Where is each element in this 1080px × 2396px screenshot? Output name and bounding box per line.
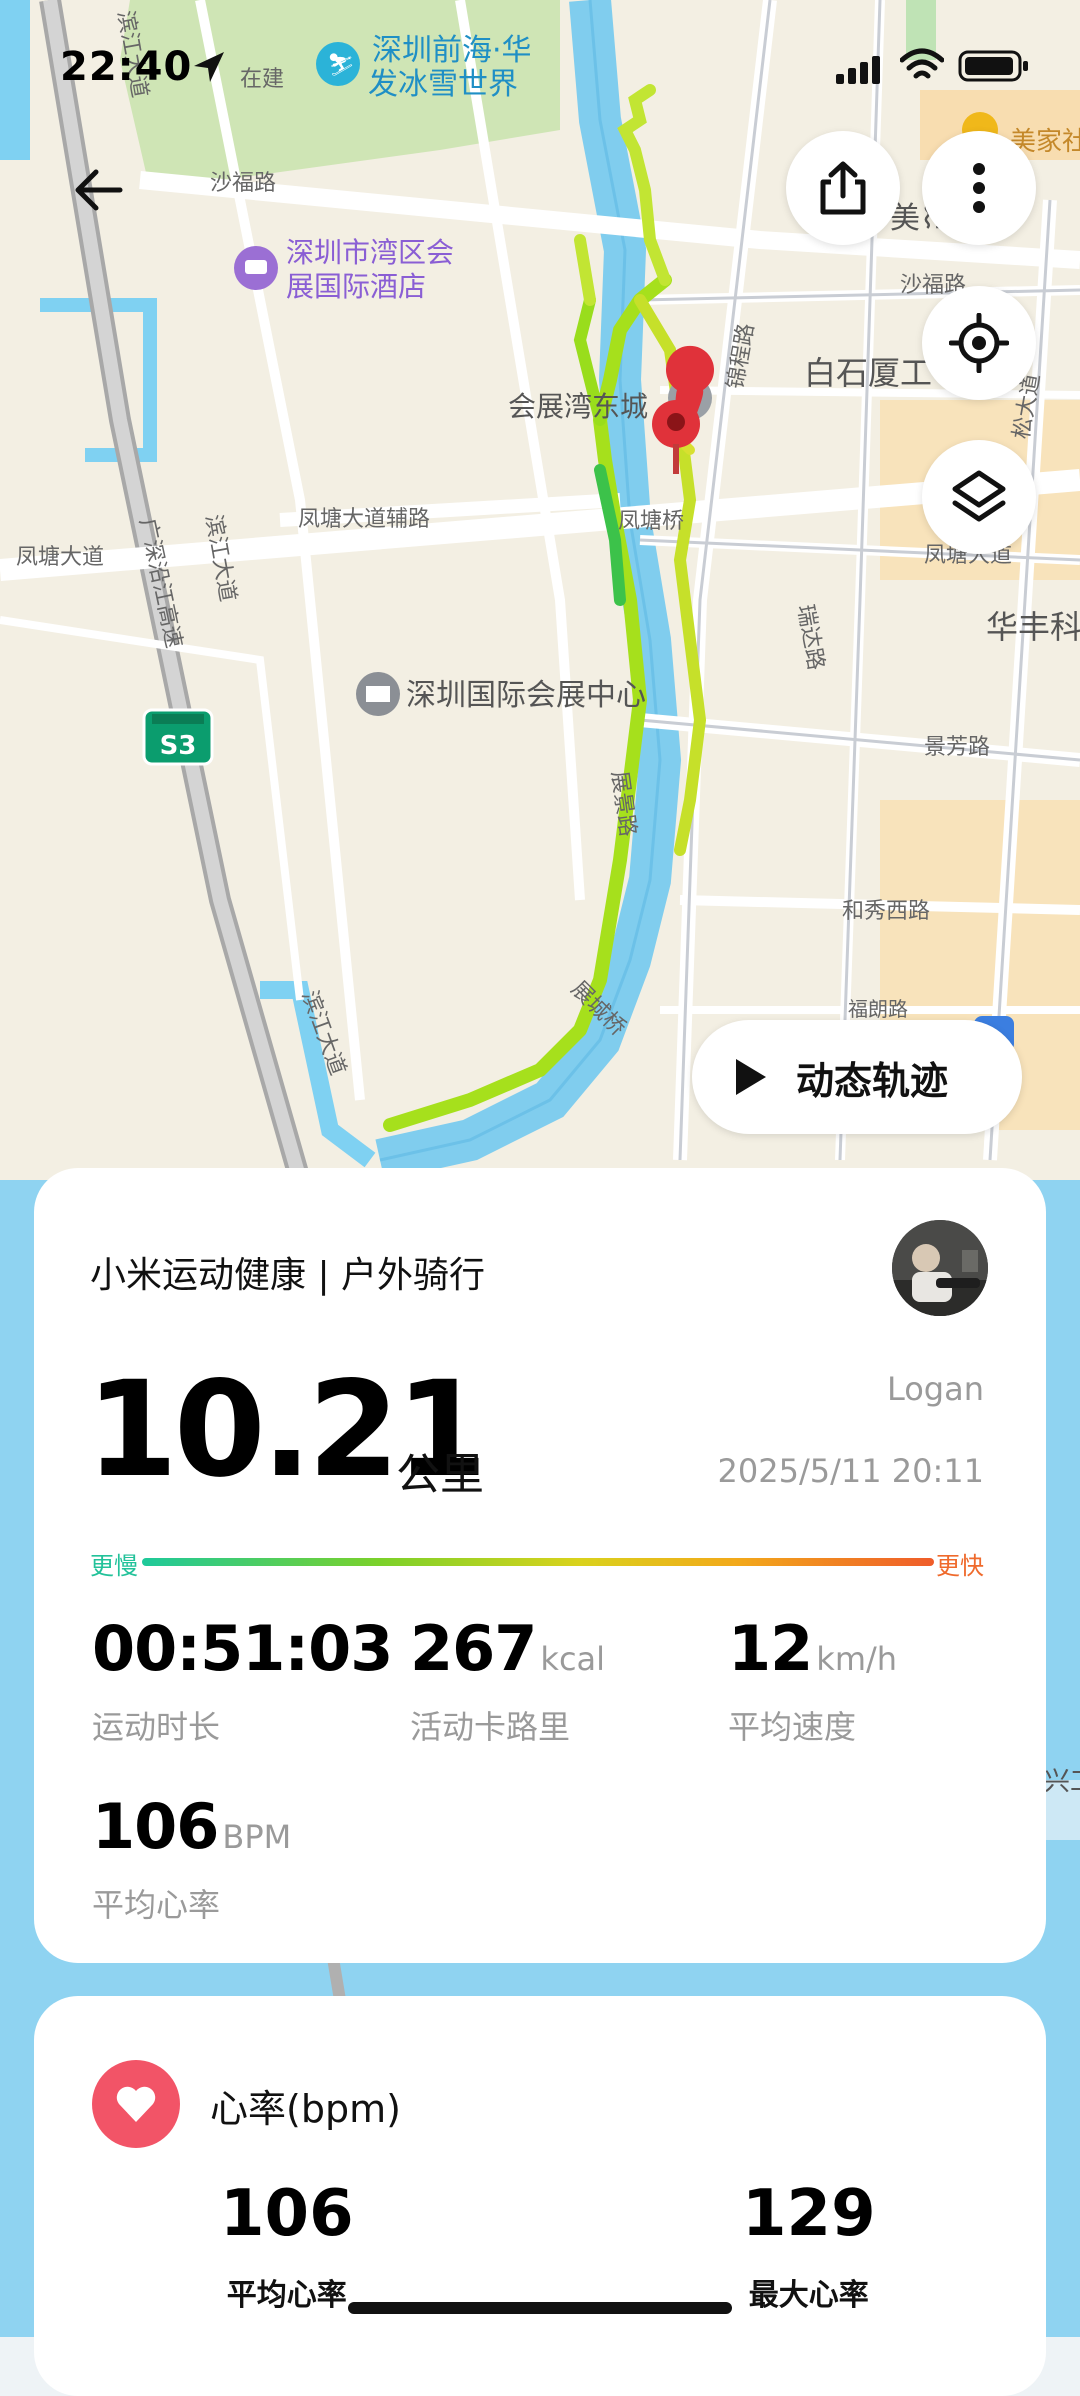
wifi-icon [900, 48, 944, 79]
play-route-label: 动态轨迹 [796, 1058, 949, 1103]
pace-fast-label: 更快 [936, 1552, 984, 1580]
pace-slow-label: 更慢 [90, 1552, 138, 1580]
status-bar: 22:40 [0, 40, 1080, 100]
stat-speed: 12 km/h 平均速度 [728, 1618, 897, 1748]
stat-duration-value: 00:51:03 [92, 1612, 393, 1685]
stat-calories-label: 活动卡路里 [410, 1708, 571, 1746]
location-arrow-icon [194, 52, 224, 82]
map-label-l15: 凤塘桥 [618, 509, 684, 534]
map-label-l11: 白石厦工 [804, 354, 932, 392]
stat-heart-rate: 106 BPM 平均心率 [92, 1796, 291, 1926]
workout-summary-card: 小米运动健康 | 户外骑行 10.21 公里 Logan 2025/5/11 2… [34, 1168, 1046, 1963]
user-name: Logan [886, 1370, 984, 1408]
map-label-l22: 华丰科 [986, 608, 1080, 646]
play-route-animation-button[interactable]: 动态轨迹 [692, 1020, 1022, 1134]
locate-button[interactable] [922, 286, 1036, 400]
map-label-l26: 福朗路 [848, 997, 908, 1021]
battery-icon [958, 50, 1028, 82]
workout-datetime: 2025/5/11 20:11 [717, 1452, 984, 1490]
map-label-l23: 景芳路 [924, 735, 990, 760]
stat-duration-label: 运动时长 [92, 1708, 221, 1746]
share-button[interactable] [786, 131, 900, 245]
layers-icon [952, 470, 1006, 522]
stat-heart-rate-value: 106 [92, 1790, 219, 1863]
heart-rate-card[interactable]: 心率(bpm) 106 平均心率 129 最大心率 [34, 1996, 1046, 2396]
s3-shield: S3 [160, 731, 197, 761]
heart-rate-max-value: 129 [742, 2177, 876, 2251]
map-layers-button[interactable] [922, 440, 1036, 554]
stat-calories-value: 267 [410, 1612, 537, 1685]
heart-rate-avg-value: 106 [220, 2177, 354, 2251]
distance-unit: 公里 [396, 1449, 484, 1500]
heart-rate-title: 心率(bpm) [210, 2087, 401, 2131]
locate-target-icon [949, 313, 1009, 373]
share-icon [820, 161, 866, 215]
map-label-l16: 凤塘大道 [16, 545, 104, 570]
home-indicator[interactable] [348, 2302, 732, 2314]
stat-duration: 00:51:03 运动时长 [92, 1618, 393, 1748]
cellular-signal-icon [836, 56, 880, 84]
map-label-l20: 深圳国际会展中心 [406, 678, 646, 713]
pace-gradient-bar [142, 1558, 934, 1566]
heart-rate-avg-label: 平均心率 [226, 2278, 347, 2313]
stat-speed-unit: km/h [816, 1640, 898, 1678]
heart-rate-max: 129 最大心率 [742, 2182, 876, 2314]
more-vertical-icon [973, 163, 985, 213]
stat-heart-rate-label: 平均心率 [92, 1886, 221, 1924]
play-icon [736, 1059, 766, 1095]
map-label-l25: 和秀西路 [842, 899, 930, 924]
stat-heart-rate-unit: BPM [222, 1818, 292, 1856]
heart-rate-avg: 106 平均心率 [220, 2182, 354, 2314]
stat-speed-value: 12 [728, 1612, 813, 1685]
stat-speed-label: 平均速度 [728, 1708, 857, 1746]
map-label-l31: 兴工 [1044, 1767, 1080, 1797]
stat-calories: 267 kcal 活动卡路里 [410, 1618, 605, 1748]
back-button[interactable] [68, 160, 128, 220]
heart-icon [92, 2060, 180, 2148]
map-label-l5: 沙福路 [210, 171, 276, 196]
status-time: 22:40 [60, 44, 193, 90]
more-options-button[interactable] [922, 131, 1036, 245]
map-label-l12: 会展湾东城 [508, 390, 648, 423]
map-label-l6: 深圳市湾区会 [286, 236, 454, 269]
map-label-l7: 展国际酒店 [286, 270, 426, 303]
map-label-l14: 凤塘大道辅路 [298, 507, 430, 532]
user-avatar[interactable] [892, 1220, 988, 1316]
app-brand-label: 小米运动健康 | 户外骑行 [90, 1255, 486, 1296]
heart-rate-max-label: 最大心率 [748, 2278, 869, 2313]
avatar-image [892, 1220, 988, 1316]
stat-calories-unit: kcal [540, 1640, 606, 1678]
